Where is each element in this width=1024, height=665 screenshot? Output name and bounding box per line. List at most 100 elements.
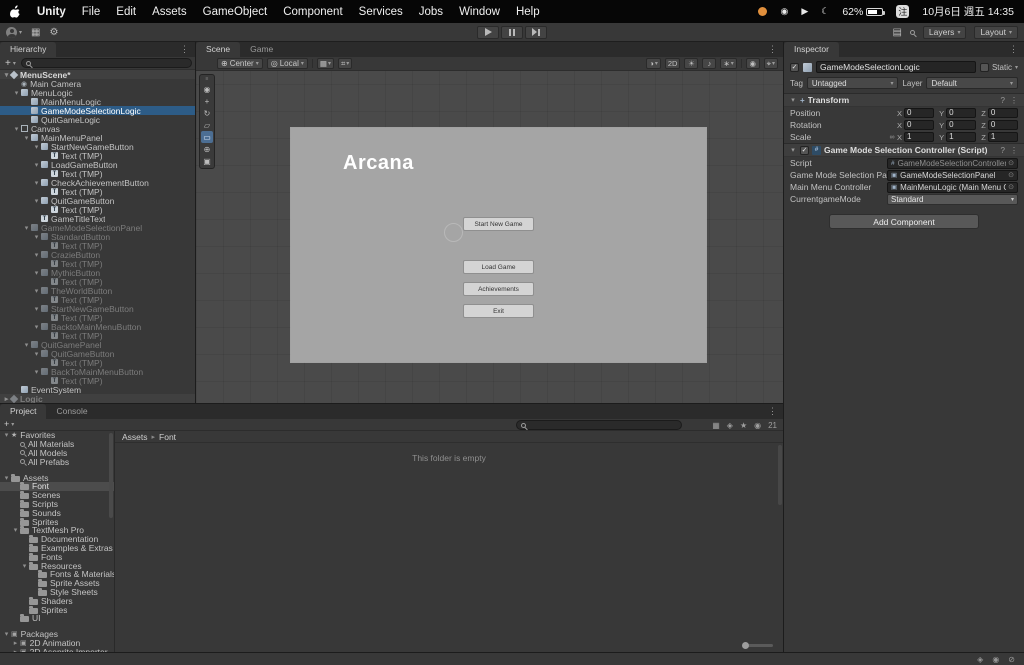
property-value-field[interactable]: GameModeSelectionPanel ⊙ ▾ <box>887 169 1018 181</box>
expander-arrow-icon[interactable]: ▾ <box>32 287 41 295</box>
add-component-button[interactable]: Add Component <box>829 214 979 229</box>
project-tree-item[interactable]: ▾ Assets <box>0 473 114 483</box>
component-menu-icon[interactable]: ⋮ <box>1009 96 1019 105</box>
slider-knob[interactable] <box>742 642 749 649</box>
panel-menu-icon[interactable]: ⋮ <box>762 42 783 57</box>
notification-bell-icon[interactable]: ◉ <box>992 655 999 664</box>
expander-arrow-icon[interactable]: ▾ <box>32 269 41 277</box>
create-asset-button[interactable]: + ▾ <box>4 419 14 429</box>
project-search-input[interactable] <box>516 420 682 430</box>
static-checkbox[interactable] <box>979 62 989 72</box>
expander-arrow-icon[interactable]: ▾ <box>22 224 31 232</box>
layer-dropdown[interactable]: Default ▾ <box>926 77 1019 89</box>
game-ui-button[interactable]: Exit <box>463 304 534 318</box>
battery-indicator[interactable]: 62% <box>842 6 886 18</box>
expander-arrow-icon[interactable]: ▾ <box>32 368 41 376</box>
game-ui-button[interactable]: Achievements <box>463 282 534 296</box>
settings-gear-icon[interactable]: ⚙ <box>49 27 58 38</box>
x-value-field[interactable]: 0 <box>904 108 935 118</box>
project-tree-item[interactable]: UI <box>0 613 114 623</box>
expander-arrow-icon[interactable]: ▾ <box>32 251 41 259</box>
pause-button[interactable] <box>501 25 523 39</box>
x-value-field[interactable]: 0 <box>904 120 935 130</box>
hierarchy-item[interactable]: T Text (TMP) <box>0 376 195 386</box>
y-value-field[interactable]: 0 <box>946 108 977 118</box>
move-tool-button[interactable]: + <box>201 95 213 107</box>
object-picker-icon[interactable]: ⊙ <box>1008 183 1014 191</box>
step-button[interactable] <box>525 25 547 39</box>
expander-arrow-icon[interactable]: ▾ <box>2 431 11 439</box>
hierarchy-item[interactable]: QuitGameLogic <box>0 115 195 125</box>
scene-viewport[interactable]: ⊕ Center ▾ ◎ Local ▾ ▦ ▾ ⌗ ▾ ◑ ▾ 2D ☀ ♪ ∗ ▾ ◉ ⌖ ▾… <box>196 57 783 403</box>
z-value-field[interactable]: 1 <box>987 132 1018 142</box>
expander-arrow-icon[interactable]: ▾ <box>32 350 41 358</box>
now-playing-icon[interactable]: ▶ <box>801 6 808 17</box>
tab-console[interactable]: Console <box>46 404 97 419</box>
game-ui-canvas[interactable]: Arcana Start New Game Load Game Achievemen… <box>290 127 707 363</box>
object-picker-icon[interactable]: ⊙ <box>1008 171 1014 179</box>
hierarchy-item[interactable]: ▸ Logic <box>0 394 195 403</box>
expander-arrow-icon[interactable]: ▾ <box>22 134 31 142</box>
object-picker-icon[interactable]: ⊙ <box>1008 159 1014 167</box>
scale-tool-button[interactable]: ▱ <box>201 119 213 131</box>
expander-arrow-icon[interactable]: ▾ <box>20 562 29 570</box>
tab-game[interactable]: Game <box>240 42 283 57</box>
thumbnail-zoom-slider[interactable] <box>742 642 773 649</box>
tab-hierarchy[interactable]: Hierarchy <box>0 42 57 57</box>
overlay-drag-handle[interactable]: ≡ <box>201 76 213 83</box>
game-controller-icon[interactable]: ◉ <box>780 6 788 17</box>
property-value-field[interactable]: Standard ⊙ ▾ <box>887 193 1018 205</box>
expander-arrow-icon[interactable]: ▾ <box>32 305 41 313</box>
tab-scene[interactable]: Scene <box>196 42 241 57</box>
z-value-field[interactable]: 0 <box>987 108 1018 118</box>
custom-tool-button[interactable]: ▣ <box>201 155 213 167</box>
x-value-field[interactable]: 1 <box>904 132 935 142</box>
expander-arrow-icon[interactable]: ▾ <box>22 341 31 349</box>
create-object-button[interactable]: + ▾ <box>3 58 18 69</box>
menu-bar-clock[interactable]: 10月6日 週五 14:35 <box>922 4 1014 19</box>
scene-visibility-icon[interactable]: ◉ <box>745 58 760 69</box>
y-value-field[interactable]: 1 <box>946 132 977 142</box>
expander-arrow-icon[interactable]: ▾ <box>12 89 21 97</box>
expander-arrow-icon[interactable]: ▾ <box>32 161 41 169</box>
panel-menu-icon[interactable]: ⋮ <box>1003 42 1024 57</box>
help-icon[interactable]: ? <box>1000 96 1006 105</box>
menu-item[interactable]: Services <box>359 6 403 18</box>
expander-arrow-icon[interactable]: ▾ <box>11 526 20 534</box>
undo-history-icon[interactable]: ▤ <box>892 27 901 38</box>
foldout-arrow-icon[interactable]: ▾ <box>789 96 797 104</box>
screen-recording-icon[interactable] <box>758 7 768 16</box>
layout-dropdown[interactable]: Layout ▾ <box>974 25 1018 39</box>
collab-status-icon[interactable]: ⊘ <box>1008 655 1015 664</box>
snap-settings-button[interactable]: ⌗ ▾ <box>337 58 353 69</box>
panel-menu-icon[interactable]: ⋮ <box>174 42 195 57</box>
expander-arrow-icon[interactable]: ▾ <box>2 630 11 638</box>
menu-item[interactable]: Assets <box>152 6 187 18</box>
scrollbar[interactable] <box>778 445 782 505</box>
rect-tool-button[interactable]: ▭ <box>201 131 213 143</box>
focus-mode-icon[interactable]: ☾ <box>821 6 829 17</box>
apple-menu-icon[interactable] <box>10 5 21 18</box>
menu-item[interactable]: Help <box>516 6 540 18</box>
expander-arrow-icon[interactable]: ▸ <box>11 639 20 647</box>
expander-arrow-icon[interactable]: ▾ <box>32 233 41 241</box>
tool-handle-rotation-dropdown[interactable]: ◎ Local ▾ <box>266 58 308 69</box>
game-ui-button[interactable]: Start New Game <box>463 217 534 231</box>
property-value-field[interactable]: MainMenuLogic (Main Menu Controlle ⊙ ▾ <box>887 181 1018 193</box>
expander-arrow-icon[interactable]: ▾ <box>32 197 41 205</box>
project-tree-item[interactable] <box>0 466 114 473</box>
scene-audio-icon[interactable]: ♪ <box>702 58 717 69</box>
panel-menu-icon[interactable]: ⋮ <box>762 404 783 419</box>
expander-arrow-icon[interactable]: ▾ <box>32 323 41 331</box>
link-scale-icon[interactable]: ∞ <box>887 134 897 141</box>
play-button[interactable] <box>477 25 499 39</box>
transform-tool-button[interactable]: ⊕ <box>201 143 213 155</box>
gizmos-dropdown[interactable]: ⌖ ▾ <box>763 58 778 69</box>
layers-dropdown[interactable]: Layers ▾ <box>922 25 967 39</box>
expander-arrow-icon[interactable]: ▾ <box>12 125 21 133</box>
menu-item[interactable]: Component <box>283 6 342 18</box>
account-button[interactable]: ▾ <box>6 26 22 38</box>
help-icon[interactable]: ? <box>1000 146 1006 155</box>
cloud-services-icon[interactable]: ▦ <box>31 27 40 38</box>
grid-visibility-dropdown[interactable]: ▦ ▾ <box>316 58 334 69</box>
